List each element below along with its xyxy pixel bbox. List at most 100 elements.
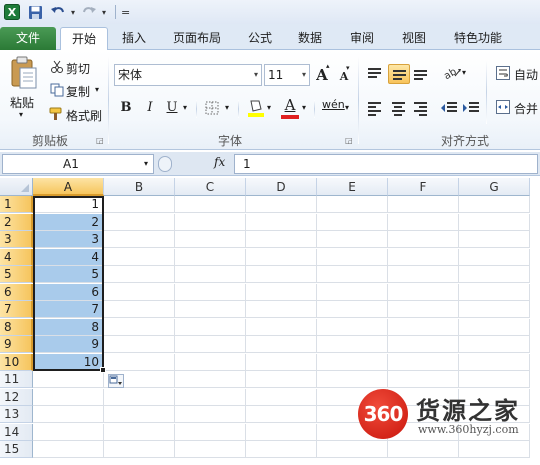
fill-color-icon[interactable]	[247, 98, 265, 121]
cell-e5[interactable]	[317, 266, 388, 283]
cell-d6[interactable]	[246, 283, 317, 301]
cell-b12[interactable]	[104, 388, 175, 406]
row-header-5[interactable]: 5	[0, 266, 33, 283]
cell-g7[interactable]	[459, 301, 530, 318]
cell-a13[interactable]	[33, 406, 104, 423]
align-left-button[interactable]	[364, 98, 386, 118]
tab-review[interactable]: 审阅	[340, 27, 384, 50]
cell-a10[interactable]: 10	[33, 353, 104, 371]
row-header-3[interactable]: 3	[0, 231, 33, 248]
cell-f10[interactable]	[388, 353, 459, 371]
font-name-combo[interactable]: 宋体 ▾	[114, 64, 262, 86]
wrap-text-button[interactable]: 自动	[514, 66, 538, 83]
cell-a3[interactable]: 3	[33, 231, 104, 248]
cell-f8[interactable]	[388, 318, 459, 336]
cell-g5[interactable]	[459, 266, 530, 283]
insert-function-button[interactable]: fx	[214, 155, 225, 169]
phonetic-dropdown-arrow[interactable]: ▾	[345, 103, 349, 112]
cell-e15[interactable]	[317, 441, 388, 458]
undo-dropdown-arrow[interactable]: ▾	[71, 8, 75, 17]
cell-c11[interactable]	[175, 371, 246, 388]
cell-f9[interactable]	[388, 336, 459, 353]
row-header-4[interactable]: 4	[0, 248, 33, 266]
border-dropdown-arrow[interactable]: ▾	[225, 103, 229, 112]
cell-d5[interactable]	[246, 266, 317, 283]
cell-c4[interactable]	[175, 248, 246, 266]
customize-toolbar-button[interactable]: =	[121, 6, 130, 19]
cell-b6[interactable]	[104, 283, 175, 301]
cell-d11[interactable]	[246, 371, 317, 388]
font-size-combo[interactable]: 11 ▾	[264, 64, 310, 86]
cell-d3[interactable]	[246, 231, 317, 248]
cell-c15[interactable]	[175, 441, 246, 458]
shrink-font-button[interactable]: A	[334, 67, 354, 87]
cell-e8[interactable]	[317, 318, 388, 336]
excel-logo-icon[interactable]: X	[2, 2, 22, 22]
cell-d4[interactable]	[246, 248, 317, 266]
cell-a6[interactable]: 6	[33, 283, 104, 301]
cell-d2[interactable]	[246, 213, 317, 231]
top-align-button[interactable]	[364, 64, 386, 84]
cell-c7[interactable]	[175, 301, 246, 318]
cell-g9[interactable]	[459, 336, 530, 353]
column-header-g[interactable]: G	[459, 178, 530, 196]
cell-g15[interactable]	[459, 441, 530, 458]
cell-f11[interactable]	[388, 371, 459, 388]
cell-b7[interactable]	[104, 301, 175, 318]
row-header-6[interactable]: 6	[0, 283, 33, 301]
cell-b13[interactable]	[104, 406, 175, 423]
column-header-e[interactable]: E	[317, 178, 388, 196]
cell-b3[interactable]	[104, 231, 175, 248]
cell-b2[interactable]	[104, 213, 175, 231]
cell-d14[interactable]	[246, 423, 317, 441]
copy-dropdown-arrow[interactable]: ▾	[95, 85, 99, 94]
cell-a2[interactable]: 2	[33, 213, 104, 231]
row-header-14[interactable]: 14	[0, 423, 33, 441]
name-box[interactable]: A1 ▾	[2, 154, 154, 174]
underline-button[interactable]: U	[162, 98, 182, 118]
cell-a14[interactable]	[33, 423, 104, 441]
paste-icon[interactable]	[10, 56, 38, 95]
row-header-7[interactable]: 7	[0, 301, 33, 318]
cell-e10[interactable]	[317, 353, 388, 371]
cell-c14[interactable]	[175, 423, 246, 441]
paste-button[interactable]: 粘贴	[10, 94, 34, 111]
cell-a5[interactable]: 5	[33, 266, 104, 283]
row-header-1[interactable]: 1	[0, 196, 33, 213]
tab-view[interactable]: 视图	[392, 27, 436, 50]
scissors-icon[interactable]	[50, 60, 64, 77]
cell-a1[interactable]: 1	[33, 196, 104, 213]
decrease-indent-icon[interactable]	[440, 100, 458, 119]
paste-dropdown-arrow[interactable]: ▾	[19, 110, 23, 119]
cell-b15[interactable]	[104, 441, 175, 458]
cell-c10[interactable]	[175, 353, 246, 371]
row-header-2[interactable]: 2	[0, 213, 33, 231]
clipboard-launcher-icon[interactable]: ◲	[96, 136, 104, 145]
cell-g4[interactable]	[459, 248, 530, 266]
redo-dropdown-arrow[interactable]: ▾	[102, 8, 106, 17]
tab-insert[interactable]: 插入	[112, 27, 156, 50]
row-header-9[interactable]: 9	[0, 336, 33, 353]
bold-button[interactable]: B	[116, 98, 136, 118]
cell-g1[interactable]	[459, 196, 530, 213]
font-color-button[interactable]: A	[280, 95, 300, 115]
save-icon[interactable]	[25, 2, 45, 22]
undo-icon[interactable]	[48, 2, 68, 22]
cell-d10[interactable]	[246, 353, 317, 371]
select-all-button[interactable]	[0, 178, 33, 196]
formula-bar-grip-icon[interactable]	[158, 156, 172, 172]
cell-e2[interactable]	[317, 213, 388, 231]
cell-e11[interactable]	[317, 371, 388, 388]
redo-icon[interactable]	[79, 2, 99, 22]
cell-f1[interactable]	[388, 196, 459, 213]
cell-c6[interactable]	[175, 283, 246, 301]
cell-c1[interactable]	[175, 196, 246, 213]
merge-center-icon[interactable]	[496, 100, 510, 117]
cell-a4[interactable]: 4	[33, 248, 104, 266]
column-header-b[interactable]: B	[104, 178, 175, 196]
cell-f7[interactable]	[388, 301, 459, 318]
cell-b10[interactable]	[104, 353, 175, 371]
orientation-icon[interactable]: ab	[442, 64, 464, 85]
chevron-down-icon[interactable]: ▾	[144, 155, 148, 173]
cell-a11[interactable]	[33, 371, 104, 388]
